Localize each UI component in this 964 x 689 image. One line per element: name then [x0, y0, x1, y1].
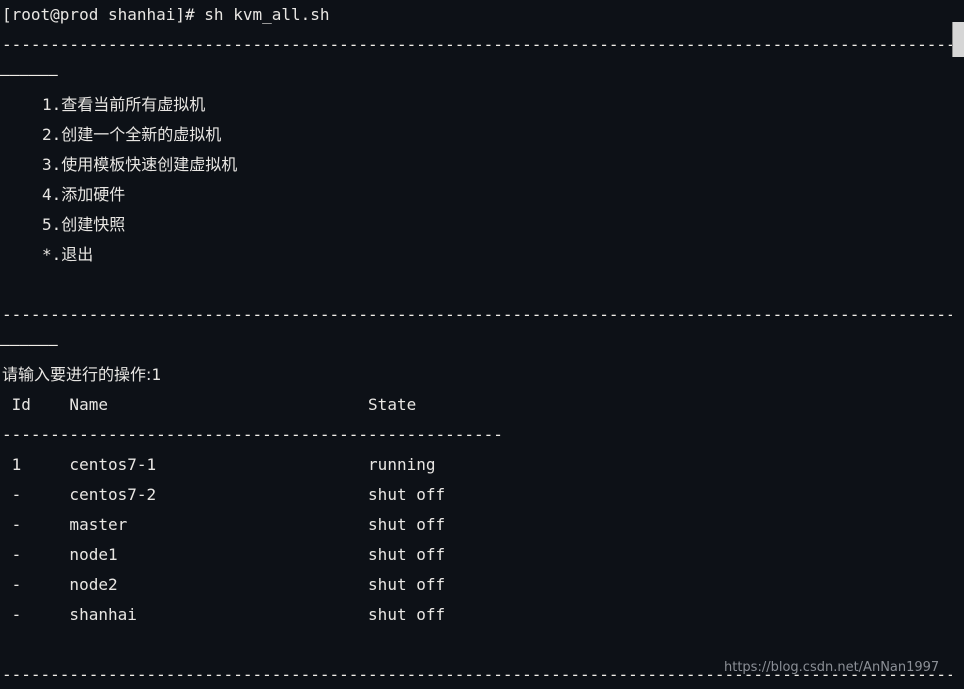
- menu-item-2-label: 创建一个全新的虚拟机: [61, 125, 222, 144]
- separator-emdash-middle: ——————: [0, 335, 58, 354]
- vm-table-header: Id Name State: [2, 395, 417, 414]
- table-row: - master shut off: [2, 515, 446, 534]
- scrollbar-track[interactable]: [952, 0, 964, 689]
- table-row: - node1 shut off: [2, 545, 446, 564]
- shell-prompt-line: [root@prod shanhai]# sh kvm_all.sh: [2, 5, 330, 24]
- menu-item-exit-number: *.: [42, 245, 62, 264]
- menu-item-2[interactable]: 2.创建一个全新的虚拟机: [0, 120, 964, 150]
- operation-input-value: 1: [151, 365, 162, 384]
- scrollbar-thumb[interactable]: [952, 22, 964, 57]
- menu-item-2-number: 2.: [42, 125, 62, 144]
- vm-table-separator: ----------------------------------------…: [2, 425, 503, 444]
- separator-rule-top: ----------------------------------------…: [2, 35, 964, 54]
- separator-rule-middle: ----------------------------------------…: [2, 305, 964, 324]
- menu-item-4-label: 添加硬件: [61, 185, 126, 204]
- menu-item-1-label: 查看当前所有虚拟机: [61, 95, 206, 114]
- table-row: - centos7-2 shut off: [2, 485, 446, 504]
- menu-item-1[interactable]: 1.查看当前所有虚拟机: [0, 90, 964, 120]
- menu-item-3-label: 使用模板快速创建虚拟机: [61, 155, 238, 174]
- menu-item-5-number: 5.: [42, 215, 62, 234]
- separator-emdash-top: ——————: [0, 65, 58, 84]
- table-row: 1 centos7-1 running: [2, 455, 436, 474]
- table-row: - shanhai shut off: [2, 605, 446, 624]
- menu-item-exit-label: 退出: [61, 245, 94, 264]
- menu-item-exit[interactable]: *.退出: [0, 240, 964, 270]
- table-row: - node2 shut off: [2, 575, 446, 594]
- menu-item-5-label: 创建快照: [61, 215, 126, 234]
- menu-item-3[interactable]: 3.使用模板快速创建虚拟机: [0, 150, 964, 180]
- menu-item-4[interactable]: 4.添加硬件: [0, 180, 964, 210]
- terminal-window[interactable]: [root@prod shanhai]# sh kvm_all.sh -----…: [0, 0, 964, 689]
- menu-item-4-number: 4.: [42, 185, 62, 204]
- menu-item-5[interactable]: 5.创建快照: [0, 210, 964, 240]
- watermark-text: https://blog.csdn.net/AnNan1997: [724, 660, 940, 675]
- menu-item-3-number: 3.: [42, 155, 62, 174]
- menu-item-1-number: 1.: [42, 95, 62, 114]
- operation-input-line[interactable]: 请输入要进行的操作:1: [0, 360, 964, 390]
- operation-input-label: 请输入要进行的操作:: [2, 365, 152, 384]
